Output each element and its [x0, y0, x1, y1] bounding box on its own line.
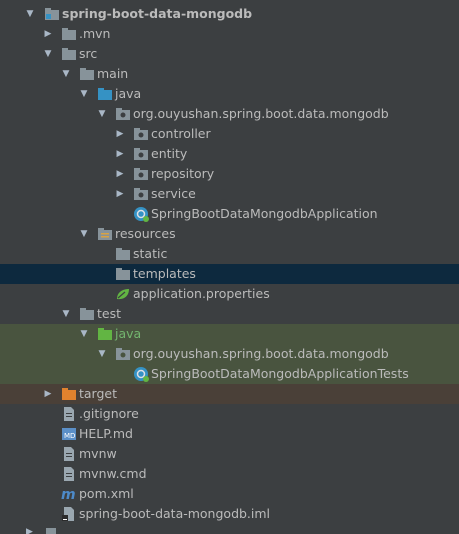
chevron-right-icon[interactable]: ▶ [114, 144, 126, 164]
tree-label: service [151, 186, 196, 201]
chevron-right-icon[interactable]: ▶ [42, 384, 54, 404]
tree-row-mvnw-cmd[interactable]: mvnw.cmd [0, 464, 459, 484]
folder-icon [115, 266, 131, 282]
chevron-right-icon[interactable]: ▶ [114, 184, 126, 204]
tree-label: .mvn [79, 26, 111, 41]
tree-label: application.properties [133, 286, 270, 301]
tree-label: mvnw.cmd [79, 466, 147, 481]
tree-row-package[interactable]: ▼ org.ouyushan.spring.boot.data.mongodb [0, 104, 459, 124]
excluded-folder-icon [61, 386, 77, 402]
tree-row-resources[interactable]: ▼ resources [0, 224, 459, 244]
tree-label: spring-boot-data-mongodb [62, 6, 253, 21]
tree-row-mvnw[interactable]: mvnw [0, 444, 459, 464]
spring-properties-icon [115, 286, 131, 302]
tree-row-src[interactable]: ▼ src [0, 44, 459, 64]
tree-label: org.ouyushan.spring.boot.data.mongodb [133, 106, 389, 121]
text-file-icon [61, 466, 77, 482]
tree-row-iml[interactable]: spring-boot-data-mongodb.iml [0, 504, 459, 524]
tree-row-help-md[interactable]: MD HELP.md [0, 424, 459, 444]
tree-row-static[interactable]: static [0, 244, 459, 264]
project-tree[interactable]: ▼ spring-boot-data-mongodb ▶ .mvn ▼ src … [0, 0, 459, 534]
test-source-folder-icon [97, 326, 113, 342]
folder-icon [61, 26, 77, 42]
tree-row-application-class[interactable]: SpringBootDataMongodbApplication [0, 204, 459, 224]
folder-icon [115, 246, 131, 262]
chevron-down-icon[interactable]: ▼ [60, 304, 72, 324]
text-file-icon [61, 446, 77, 462]
chevron-down-icon[interactable]: ▼ [96, 344, 108, 364]
tree-label: main [97, 66, 129, 81]
tree-row-java-sources[interactable]: ▼ java [0, 84, 459, 104]
tree-row-test-class[interactable]: SpringBootDataMongodbApplicationTests [0, 364, 459, 384]
svg-text:m: m [61, 487, 76, 502]
tree-label: .gitignore [79, 406, 139, 421]
package-icon [115, 106, 131, 122]
tree-row-java-test-sources[interactable]: ▼ java [0, 324, 459, 344]
tree-label: org.ouyushan.spring.boot.data.mongodb [133, 346, 389, 361]
tree-row-target[interactable]: ▶ target [0, 384, 459, 404]
package-icon [115, 346, 131, 362]
chevron-down-icon[interactable]: ▼ [78, 224, 90, 244]
package-icon [133, 186, 149, 202]
folder-icon [79, 306, 95, 322]
tree-label: HELP.md [79, 426, 133, 441]
folder-icon [61, 46, 77, 62]
module-folder-icon [44, 6, 60, 22]
chevron-right-icon[interactable]: ▶ [42, 24, 54, 44]
text-file-icon [61, 406, 77, 422]
chevron-down-icon[interactable]: ▼ [78, 324, 90, 344]
module-file-icon [61, 506, 77, 522]
tree-label: repository [151, 166, 215, 181]
tree-row-main[interactable]: ▼ main [0, 64, 459, 84]
tree-label: pom.xml [79, 486, 134, 501]
tree-row-gitignore[interactable]: .gitignore [0, 404, 459, 424]
tree-label: templates [133, 266, 196, 281]
tree-row-repository[interactable]: ▶ repository [0, 164, 459, 184]
package-icon [133, 166, 149, 182]
tree-label: mvnw [79, 446, 117, 461]
spring-boot-test-class-icon [133, 366, 149, 382]
tree-row-service[interactable]: ▶ service [0, 184, 459, 204]
tree-label: entity [151, 146, 188, 161]
folder-icon [79, 66, 95, 82]
tree-row-entity[interactable]: ▶ entity [0, 144, 459, 164]
resources-folder-icon [97, 226, 113, 242]
tree-row-module-root[interactable]: ▼ spring-boot-data-mongodb [0, 4, 459, 24]
chevron-down-icon[interactable]: ▼ [42, 44, 54, 64]
package-icon [133, 146, 149, 162]
chevron-down-icon[interactable]: ▼ [96, 104, 108, 124]
module-icon [46, 528, 56, 534]
tree-label: static [133, 246, 168, 261]
chevron-down-icon[interactable]: ▼ [60, 64, 72, 84]
maven-icon: m [61, 486, 77, 502]
chevron-down-icon[interactable]: ▼ [24, 4, 36, 24]
source-folder-icon [97, 86, 113, 102]
tree-label: test [97, 306, 122, 321]
tree-row-mvn[interactable]: ▶ .mvn [0, 24, 459, 44]
tree-row-controller[interactable]: ▶ controller [0, 124, 459, 144]
tree-row-test[interactable]: ▼ test [0, 304, 459, 324]
chevron-down-icon[interactable]: ▼ [78, 84, 90, 104]
tree-label: target [79, 386, 118, 401]
package-icon [133, 126, 149, 142]
tree-label: src [79, 46, 98, 61]
tree-row-pom-xml[interactable]: m pom.xml [0, 484, 459, 504]
spring-boot-class-icon [133, 206, 149, 222]
tree-label: spring-boot-data-mongodb.iml [79, 506, 271, 521]
tree-row-templates[interactable]: templates [0, 264, 459, 284]
tree-row-test-package[interactable]: ▼ org.ouyushan.spring.boot.data.mongodb [0, 344, 459, 364]
tree-label: java [115, 86, 142, 101]
tree-label: controller [151, 126, 211, 141]
chevron-right-icon[interactable]: ▶ [114, 164, 126, 184]
tree-label: SpringBootDataMongodbApplicationTests [151, 366, 409, 381]
tree-label: SpringBootDataMongodbApplication [151, 206, 378, 221]
tree-label: resources [115, 226, 176, 241]
tree-row-application-properties[interactable]: application.properties [0, 284, 459, 304]
markdown-file-icon: MD [61, 426, 77, 442]
tree-label: java [115, 326, 142, 341]
svg-text:MD: MD [64, 432, 75, 440]
chevron-right-icon[interactable]: ▶ [114, 124, 126, 144]
